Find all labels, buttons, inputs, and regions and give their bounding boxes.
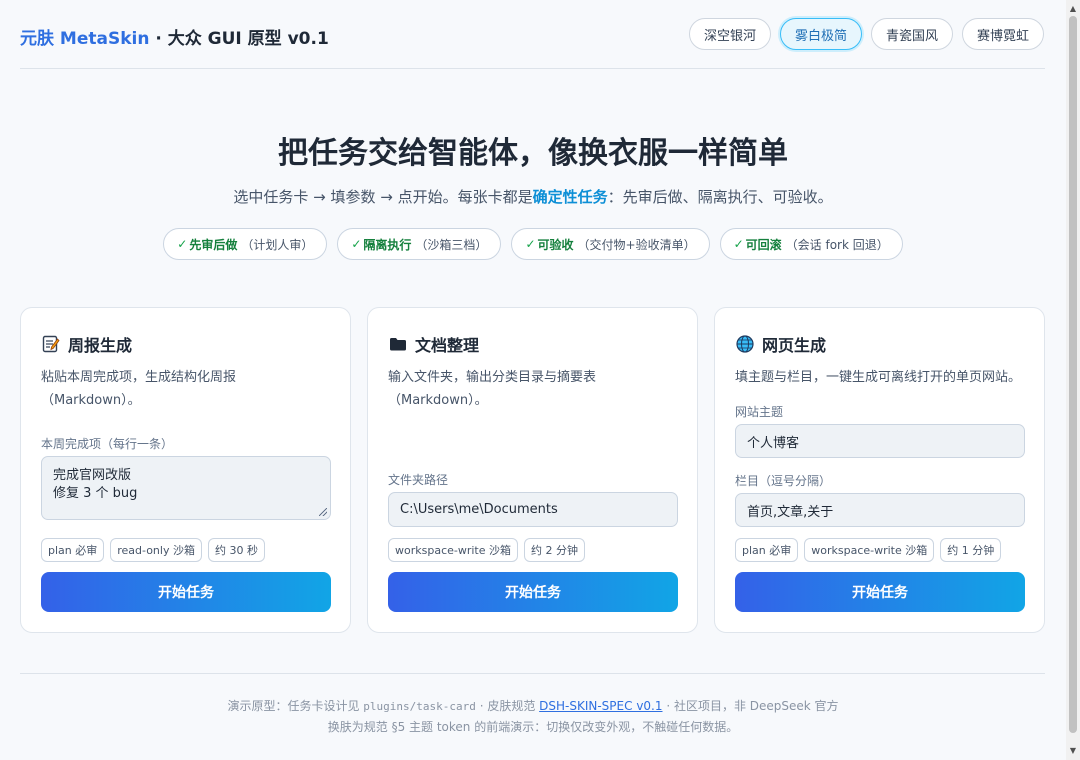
card-title: 文档整理 xyxy=(388,332,479,356)
card-tags: plan 必审 read-only 沙箱 约 30 秒 xyxy=(41,538,265,562)
check-icon: ✓ xyxy=(177,237,188,251)
footer-divider xyxy=(20,673,1045,674)
badge-note: （计划人审） xyxy=(241,237,314,252)
tag: 约 1 分钟 xyxy=(940,538,1002,562)
badge-label: 先审后做 xyxy=(189,237,238,252)
tag: read-only 沙箱 xyxy=(110,538,202,562)
scroll-up-arrow-icon[interactable]: ▲ xyxy=(1066,2,1080,16)
card-title: 网页生成 xyxy=(735,332,826,356)
field-label: 本周完成项（每行一条） xyxy=(41,437,174,451)
memo-icon xyxy=(42,335,60,353)
badge-rollback: ✓ 可回滚 （会话 fork 回退） xyxy=(719,228,903,260)
task-card-web-generate: 网页生成 填主题与栏目，一键生成可离线打开的单页网站。 网站主题 个人博客 栏目… xyxy=(714,307,1045,633)
badge-label: 可验收 xyxy=(537,237,574,252)
scrollbar[interactable]: ▲ ▼ xyxy=(1066,0,1080,760)
site-theme-input[interactable]: 个人博客 xyxy=(735,424,1025,458)
folder-path-input[interactable]: C:\Users\me\Documents xyxy=(388,492,678,527)
hero-subtitle: 选中任务卡 → 填参数 → 点开始。每张卡都是确定性任务：先审后做、隔离执行、可… xyxy=(0,186,1066,207)
card-title-text: 周报生成 xyxy=(68,336,133,355)
tag: plan 必审 xyxy=(41,538,105,562)
card-title: 周报生成 xyxy=(41,332,132,356)
tag: workspace-write 沙箱 xyxy=(388,538,519,562)
check-icon: ✓ xyxy=(525,237,536,251)
task-card-weekly-report: 周报生成 粘贴本周完成项，生成结构化周报（Markdown）。 本周完成项（每行… xyxy=(20,307,351,633)
skin-button-celadon[interactable]: 青瓷国风 xyxy=(870,18,953,50)
textarea-value: 完成官网改版 修复 3 个 bug xyxy=(53,468,138,501)
tag: workspace-write 沙箱 xyxy=(804,538,935,562)
sections-input[interactable]: 首页,文章,关于 xyxy=(735,493,1025,527)
footer-text: 演示原型：任务卡设计见 xyxy=(227,699,364,713)
start-task-button[interactable]: 开始任务 xyxy=(41,572,331,612)
field-label: 栏目（逗号分隔） xyxy=(735,474,832,488)
hero-title: 把任务交给智能体，像换衣服一样简单 xyxy=(278,136,788,171)
start-task-button[interactable]: 开始任务 xyxy=(735,572,1025,612)
page: 元肤 MetaSkin · 大众 GUI 原型 v0.1 深空银河 雾白极简 青… xyxy=(0,0,1066,760)
header-divider xyxy=(20,68,1045,69)
badge-note: （会话 fork 回退） xyxy=(785,237,889,252)
field-label: 网站主题 xyxy=(735,405,784,419)
header: 元肤 MetaSkin · 大众 GUI 原型 v0.1 深空银河 雾白极简 青… xyxy=(20,18,1044,52)
badge-label: 隔离执行 xyxy=(363,237,412,252)
skin-switcher: 深空银河 雾白极简 青瓷国风 赛博霓虹 xyxy=(688,18,1044,50)
scroll-down-arrow-icon[interactable]: ▼ xyxy=(1066,744,1080,758)
folder-icon xyxy=(390,338,406,351)
hero-subtitle-before: 选中任务卡 → 填参数 → 点开始。每张卡都是 xyxy=(233,188,533,206)
footer-text: · 皮肤规范 xyxy=(475,699,540,713)
hero-subtitle-after: ：先审后做、隔离执行、可验收。 xyxy=(607,188,833,206)
app-title-rest: · 大众 GUI 原型 v0.1 xyxy=(149,29,329,49)
completed-items-textarea[interactable]: 完成官网改版 修复 3 个 bug xyxy=(41,456,331,520)
field-label: 文件夹路径 xyxy=(388,473,449,487)
tag: 约 30 秒 xyxy=(207,538,265,562)
card-tags: plan 必审 workspace-write 沙箱 约 1 分钟 xyxy=(735,538,1002,562)
skin-button-mist-white[interactable]: 雾白极简 xyxy=(779,18,862,50)
hero-subtitle-highlight: 确定性任务 xyxy=(532,188,608,206)
resize-handle-icon[interactable] xyxy=(319,508,327,516)
badge-note: （交付物+验收清单） xyxy=(577,237,696,252)
footer-line-2: 换肤为规范 §5 主题 token 的前端演示：切换仅改变外观，不触碰任何数据。 xyxy=(327,720,739,734)
footer-code: plugins/task-card xyxy=(363,700,476,713)
start-task-button[interactable]: 开始任务 xyxy=(388,572,678,612)
tag: plan 必审 xyxy=(735,538,799,562)
footer: 演示原型：任务卡设计见 plugins/task-card · 皮肤规范 DSH… xyxy=(0,696,1066,738)
skin-button-deep-space[interactable]: 深空银河 xyxy=(688,18,771,50)
feature-badges: ✓ 先审后做 （计划人审） ✓ 隔离执行 （沙箱三档） ✓ 可验收 （交付物+验收清单） ✓… xyxy=(0,228,1066,260)
check-icon: ✓ xyxy=(351,237,362,251)
globe-icon xyxy=(736,335,754,353)
task-card-doc-organize: 文档整理 输入文件夹，输出分类目录与摘要表（Markdown）。 文件夹路径 C… xyxy=(367,307,698,633)
tag: 约 2 分钟 xyxy=(524,538,586,562)
badge-isolated: ✓ 隔离执行 （沙箱三档） xyxy=(337,228,502,260)
check-icon: ✓ xyxy=(733,237,744,251)
card-description: 输入文件夹，输出分类目录与摘要表（Markdown）。 xyxy=(388,370,597,408)
badge-note: （沙箱三档） xyxy=(415,237,488,252)
badge-review-first: ✓ 先审后做 （计划人审） xyxy=(163,228,328,260)
skin-button-cyber-neon[interactable]: 赛博霓虹 xyxy=(961,18,1044,50)
footer-line-1: 演示原型：任务卡设计见 plugins/task-card · 皮肤规范 DSH… xyxy=(0,696,1066,717)
scrollbar-thumb[interactable] xyxy=(1069,16,1077,733)
card-tags: workspace-write 沙箱 约 2 分钟 xyxy=(388,538,586,562)
card-description: 填主题与栏目，一键生成可离线打开的单页网站。 xyxy=(735,370,1022,385)
card-title-text: 网页生成 xyxy=(762,336,827,355)
card-description: 粘贴本周完成项，生成结构化周报（Markdown）。 xyxy=(41,370,237,408)
spec-link[interactable]: DSH-SKIN-SPEC v0.1 xyxy=(539,699,662,713)
app-title: 元肤 MetaSkin · 大众 GUI 原型 v0.1 xyxy=(20,24,329,49)
badge-label: 可回滚 xyxy=(745,237,782,252)
card-title-text: 文档整理 xyxy=(415,336,480,355)
badge-verifiable: ✓ 可验收 （交付物+验收清单） xyxy=(511,228,710,260)
app-title-brand: 元肤 MetaSkin xyxy=(20,29,150,49)
footer-text: · 社区项目，非 DeepSeek 官方 xyxy=(662,699,839,713)
